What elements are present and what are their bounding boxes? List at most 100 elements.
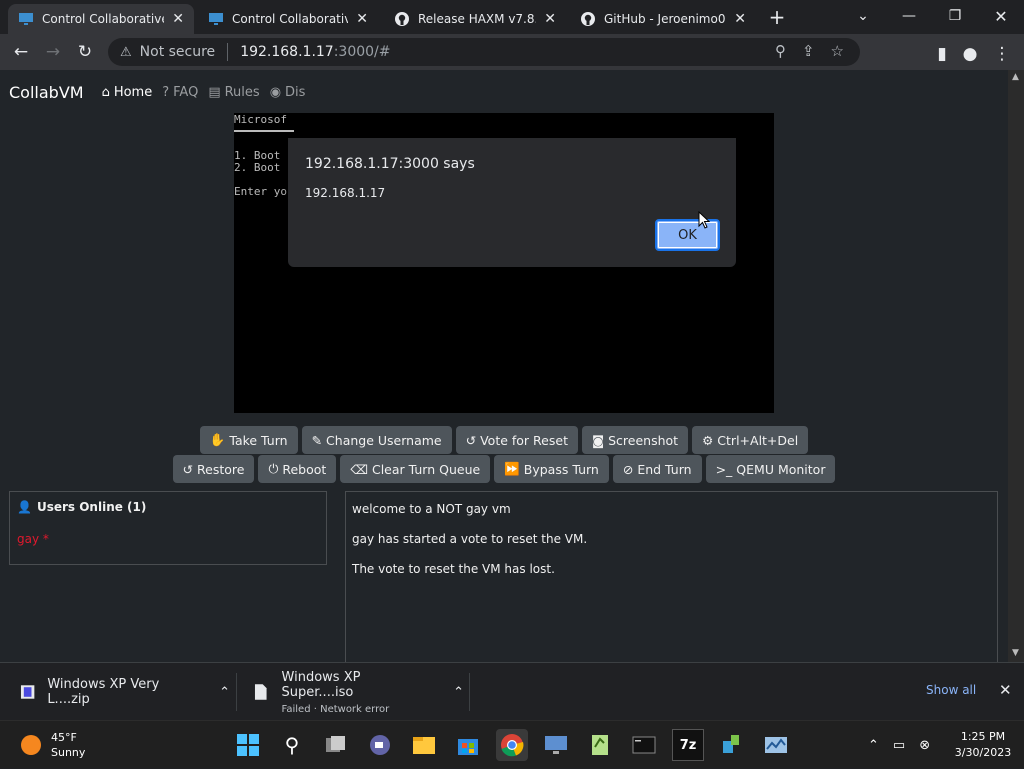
bypass-turn-button[interactable]: ⏩ Bypass Turn (494, 455, 609, 483)
network-tool-icon[interactable] (716, 729, 748, 761)
reboot-button[interactable]: ⏻ Reboot (258, 455, 337, 483)
network-disconnected-icon[interactable]: ⊗ (919, 738, 930, 753)
search-icon[interactable]: ⚲ (276, 729, 308, 761)
dialog-title: 192.168.1.17:3000 says (305, 156, 475, 172)
nav-faq[interactable]: ? FAQ (162, 85, 198, 100)
download-name: Windows XP Very L....zip (47, 677, 160, 707)
close-tab-icon[interactable]: ✕ (356, 11, 368, 27)
url-path: :3000/# (333, 44, 391, 60)
show-all-link[interactable]: Show all (926, 683, 976, 697)
ban-icon: ⊘ (622, 461, 634, 477)
back-arrow-icon[interactable]: ← (5, 36, 37, 68)
clock-time: 1:25 PM (960, 730, 1006, 743)
download-item[interactable]: Windows XP Super....iso Failed · Network… (254, 663, 464, 721)
weather-widget[interactable]: 45°F Sunny (20, 721, 85, 769)
display-icon[interactable]: ▭ (893, 738, 905, 753)
take-turn-button[interactable]: ✋ Take Turn (199, 426, 298, 454)
tab-title: Control Collaborative V (42, 12, 165, 26)
mouse-cursor-icon (698, 211, 710, 229)
weather-desc: Sunny (51, 746, 86, 759)
tab-release-haxm[interactable]: Release HAXM v7.8.0 · ✕ (384, 4, 566, 34)
task-view-icon[interactable] (320, 729, 352, 761)
tab-control-collaborative-2[interactable]: Control Collaborative V ✕ (198, 4, 378, 34)
button-label: Restore (197, 461, 245, 477)
monitor-icon (209, 13, 223, 25)
button-label: Ctrl+Alt+Del (717, 432, 799, 448)
camera-icon: ◙ (591, 432, 605, 448)
tab-control-collaborative-1[interactable]: Control Collaborative V ✕ (8, 4, 194, 34)
close-tab-icon[interactable]: ✕ (172, 11, 184, 27)
button-label: Reboot (282, 461, 327, 477)
nav-discord[interactable]: ◉ Dis (270, 85, 306, 100)
chat-message: The vote to reset the VM has lost. (352, 562, 555, 576)
vm-line: Enter yo (234, 185, 287, 198)
nav-home[interactable]: ⌂ Home (102, 85, 153, 100)
eraser-icon: ⌫ (350, 461, 368, 477)
forward-arrow-icon[interactable]: → (37, 36, 69, 68)
scroll-up-icon[interactable]: ▲ (1012, 72, 1019, 82)
chrome-icon[interactable] (496, 729, 528, 761)
restore-vm-button[interactable]: ↺ Restore (172, 455, 255, 483)
rotate-icon: ↺ (182, 461, 194, 477)
address-bar[interactable]: ⚠ Not secure 192.168.1.17:3000/# ⚲ ⇪ ☆ (108, 38, 860, 66)
clock[interactable]: 1:25 PM 3/30/2023 (948, 729, 1018, 761)
users-online-panel: 👤 Users Online (1) gay * (9, 491, 327, 565)
end-turn-button[interactable]: ⊘ End Turn (612, 455, 702, 483)
brand-logo[interactable]: CollabVM (9, 83, 84, 102)
button-label: Clear Turn Queue (371, 461, 481, 477)
menu-kebab-icon[interactable]: ⋮ (986, 38, 1018, 70)
dialog-message: 192.168.1.17 (305, 186, 386, 200)
share-icon[interactable]: ⇪ (802, 42, 815, 60)
screenshot-button[interactable]: ◙ Screenshot (581, 426, 689, 454)
page-scrollbar[interactable]: ▲ ▼ (1008, 70, 1024, 662)
nav-discord-label: Dis (285, 84, 306, 100)
reload-icon[interactable]: ↻ (69, 36, 101, 68)
qemu-monitor-button[interactable]: >_ QEMU Monitor (705, 455, 836, 483)
zip-file-icon (20, 685, 35, 699)
dialog-ok-button[interactable]: OK (655, 219, 720, 251)
remote-desktop-icon[interactable] (540, 729, 572, 761)
browser-toolbar: ← → ↻ ⚠ Not secure 192.168.1.17:3000/# ⚲… (0, 34, 1024, 70)
zoom-icon[interactable]: ⚲ (775, 42, 786, 60)
close-icon[interactable]: ✕ (999, 681, 1012, 699)
profile-icon[interactable]: ● (954, 38, 986, 70)
scroll-down-icon[interactable]: ▼ (1012, 648, 1019, 658)
button-label: Screenshot (608, 432, 679, 448)
sun-icon (21, 735, 41, 755)
file-explorer-icon[interactable] (408, 729, 440, 761)
vote-reset-button[interactable]: ↺ Vote for Reset (455, 426, 578, 454)
restore-button[interactable]: ❐ (932, 0, 978, 32)
tab-github-jeroenimo[interactable]: GitHub - Jeroenimo02/ ✕ (570, 4, 756, 34)
warning-icon[interactable]: ⚠ (120, 45, 132, 60)
start-icon[interactable] (232, 729, 264, 761)
button-label: Change Username (326, 432, 442, 448)
change-username-button[interactable]: ✎ Change Username (301, 426, 452, 454)
tab-title: GitHub - Jeroenimo02/ (604, 12, 727, 26)
chevron-up-icon[interactable]: ⌃ (868, 738, 879, 753)
downloads-bar: Windows XP Very L....zip ⌃ Windows XP Su… (0, 662, 1024, 720)
new-tab-button[interactable]: + (764, 4, 790, 30)
github-icon (581, 12, 595, 26)
gear-icon: ⚙ (702, 432, 714, 448)
close-tab-icon[interactable]: ✕ (544, 11, 556, 27)
terminal-icon[interactable] (628, 729, 660, 761)
chevron-up-icon[interactable]: ⌃ (219, 685, 230, 700)
tab-search-icon[interactable]: ⌄ (840, 0, 886, 32)
ctrl-alt-del-button[interactable]: ⚙ Ctrl+Alt+Del (692, 426, 809, 454)
nav-rules[interactable]: ▤ Rules (208, 85, 259, 100)
7zip-icon[interactable]: 7z (672, 729, 704, 761)
chevron-up-icon[interactable]: ⌃ (453, 685, 464, 700)
notepad-plus-icon[interactable] (584, 729, 616, 761)
clear-turn-queue-button[interactable]: ⌫ Clear Turn Queue (340, 455, 491, 483)
resource-monitor-icon[interactable] (760, 729, 792, 761)
teams-chat-icon[interactable] (364, 729, 396, 761)
bookmark-star-icon[interactable]: ☆ (831, 42, 844, 60)
button-label: QEMU Monitor (736, 461, 826, 477)
power-icon: ⏻ (268, 461, 279, 476)
close-tab-icon[interactable]: ✕ (734, 11, 746, 27)
store-icon[interactable] (452, 729, 484, 761)
minimize-button[interactable]: — (886, 0, 932, 32)
user-list-item[interactable]: gay * (17, 532, 49, 546)
close-window-button[interactable]: ✕ (978, 0, 1024, 32)
download-item[interactable]: Windows XP Very L....zip ⌃ (20, 663, 230, 721)
